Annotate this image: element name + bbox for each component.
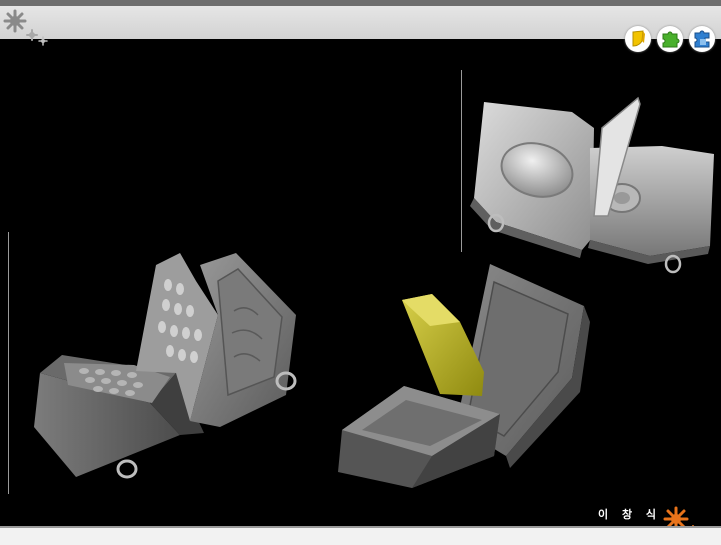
guide-line-left (8, 232, 9, 494)
yellow-page-icon (632, 30, 645, 47)
phone-render-yellow (338, 264, 590, 488)
blue-puzzle-icon (694, 30, 710, 48)
phone-render-keypad (34, 253, 297, 479)
gear-decoration-icon (3, 9, 48, 46)
phone-render-screen (470, 96, 714, 274)
footer-bar (0, 528, 721, 545)
nav-button-yellow[interactable] (625, 26, 651, 52)
nav-button-blue[interactable] (689, 26, 715, 52)
green-puzzle-icon (662, 31, 680, 48)
author-name: 이 창 식 (598, 508, 662, 521)
header-bar (0, 6, 721, 39)
nav-button-green[interactable] (657, 26, 683, 52)
